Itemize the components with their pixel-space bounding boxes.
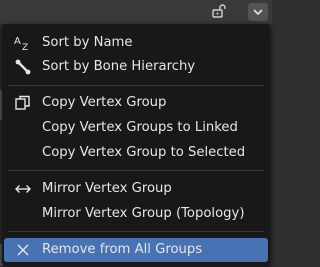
menu-item-sort-by-bone-hierarchy[interactable]: Sort by Bone Hierarchy <box>4 55 268 79</box>
menu-item-label: Copy Vertex Group <box>42 95 167 110</box>
sort-alpha-icon: A Z <box>14 35 32 53</box>
menu-item-label: Remove from All Groups <box>42 242 203 257</box>
menu-separator <box>8 231 264 232</box>
panel-header-strip <box>0 0 272 24</box>
menu-item-label: Copy Vertex Group to Selected <box>42 145 246 160</box>
menu-item-label: Mirror Vertex Group (Topology) <box>42 206 245 221</box>
menu-item-remove-from-all-groups[interactable]: Remove from All Groups <box>4 238 268 262</box>
lock-open-icon[interactable] <box>210 2 228 20</box>
chevron-down-icon <box>253 9 263 16</box>
specials-dropdown-button[interactable] <box>248 3 268 21</box>
menu-separator <box>8 85 264 86</box>
menu-item-label: Sort by Name <box>42 35 133 50</box>
menu-separator <box>8 170 264 171</box>
menu-item-mirror-vertex-group[interactable]: Mirror Vertex Group <box>4 177 268 201</box>
x-icon <box>14 242 32 258</box>
svg-text:A: A <box>14 36 21 47</box>
menu-item-label: Mirror Vertex Group <box>42 181 172 196</box>
menu-item-copy-vertex-group[interactable]: Copy Vertex Group <box>4 91 268 115</box>
menu-item-copy-vertex-groups-to-linked[interactable]: Copy Vertex Groups to Linked <box>4 116 268 140</box>
bone-icon <box>14 59 32 75</box>
menu-item-label: Copy Vertex Groups to Linked <box>42 120 238 135</box>
menu-item-label: Sort by Bone Hierarchy <box>42 59 196 74</box>
menu-item-copy-vertex-group-to-selected[interactable]: Copy Vertex Group to Selected <box>4 141 268 165</box>
vertex-group-specials-menu: A Z Sort by Name Sort by Bone Hierarchy <box>2 24 270 266</box>
menu-item-sort-by-name[interactable]: A Z Sort by Name <box>4 31 268 55</box>
svg-text:Z: Z <box>22 43 28 51</box>
menu-item-mirror-vertex-group-topology[interactable]: Mirror Vertex Group (Topology) <box>4 202 268 226</box>
duplicate-icon <box>14 95 32 111</box>
vertex-groups-specials-screen: A Z Sort by Name Sort by Bone Hierarchy <box>0 0 272 267</box>
mirror-arrows-icon <box>14 181 32 197</box>
